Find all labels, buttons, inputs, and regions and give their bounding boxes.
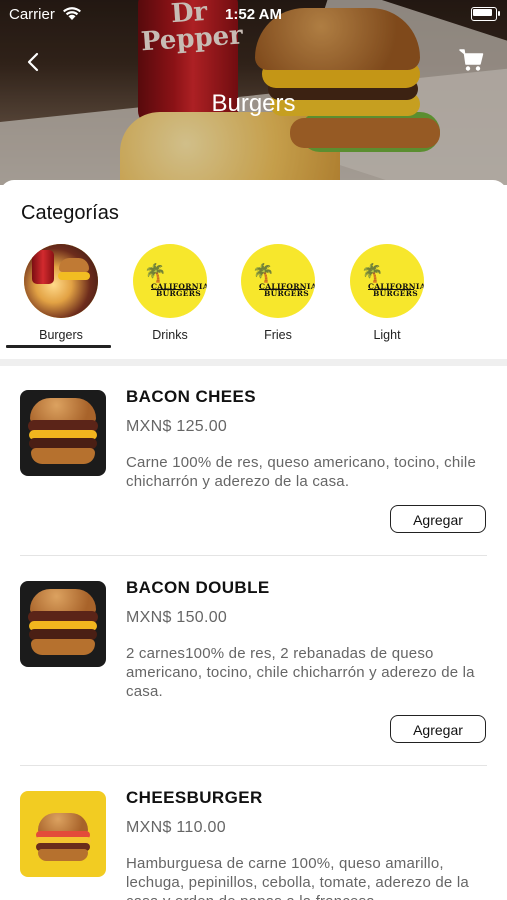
california-burgers-logo: 🌴 CALIFORNIA BURGERS	[241, 244, 315, 318]
product-description: Carne 100% de res, queso americano, toci…	[126, 454, 476, 490]
california-burgers-logo: 🌴 CALIFORNIA BURGERS	[350, 244, 424, 318]
logo-text: BURGERS	[156, 289, 201, 298]
bun-top	[38, 813, 88, 833]
selected-indicator	[6, 345, 111, 348]
bun-bottom	[31, 448, 95, 464]
category-image: 🌴 CALIFORNIA BURGERS	[350, 244, 424, 318]
cart-button[interactable]	[456, 44, 486, 74]
bun-bottom	[31, 639, 95, 655]
battery-icon	[471, 7, 500, 21]
category-label: Drinks	[152, 328, 188, 342]
page-title: Burgers	[211, 90, 296, 117]
palm-tree-icon: 🌴	[144, 263, 167, 283]
categories-heading: Categorías	[21, 202, 119, 224]
burger-combo-thumbnail	[24, 244, 98, 318]
bun-thumb	[59, 258, 89, 272]
category-image	[24, 244, 98, 318]
palm-tree-icon: 🌴	[252, 263, 275, 283]
product-name: BACON CHEES	[126, 387, 257, 406]
add-to-cart-button[interactable]: Agregar	[390, 505, 486, 533]
add-to-cart-button[interactable]: Agregar	[390, 715, 486, 743]
shopping-cart-icon	[459, 49, 484, 71]
product-name: CHEESBURGER	[126, 791, 263, 807]
category-image: 🌴 CALIFORNIA BURGERS	[241, 244, 315, 318]
chevron-left-icon	[27, 52, 39, 72]
category-label: Burgers	[39, 328, 83, 342]
burger-image	[20, 791, 106, 877]
bun-top	[30, 589, 96, 613]
product-image	[20, 390, 106, 476]
status-bar: Carrier 1:52 AM	[0, 0, 507, 28]
category-label: Light	[373, 328, 401, 342]
product-name: BACON DOUBLE	[126, 578, 270, 597]
status-time: 1:52 AM	[225, 6, 282, 23]
soda-can-thumb	[32, 250, 54, 284]
bun-bottom	[38, 849, 88, 861]
category-burgers[interactable]: Burgers	[6, 244, 115, 352]
section-divider	[0, 359, 507, 366]
category-image: 🌴 CALIFORNIA BURGERS	[133, 244, 207, 318]
category-light[interactable]: 🌴 CALIFORNIA BURGERS Light	[333, 244, 441, 352]
back-button[interactable]	[18, 48, 48, 76]
category-drinks[interactable]: 🌴 CALIFORNIA BURGERS Drinks	[116, 244, 224, 352]
product-description: 2 carnes100% de res, 2 rebanadas de ques…	[126, 645, 475, 700]
product-price: MXN$ 150.00	[126, 609, 228, 626]
california-burgers-logo: 🌴 CALIFORNIA BURGERS	[133, 244, 207, 318]
palm-tree-icon: 🌴	[361, 263, 384, 283]
product-price: MXN$ 110.00	[126, 819, 226, 836]
product-price: MXN$ 125.00	[126, 418, 228, 435]
product-description: Hamburguesa de carne 100%, queso amarill…	[126, 855, 469, 900]
row-divider	[20, 555, 487, 556]
logo-text: BURGERS	[264, 289, 309, 298]
cheese-thumb	[58, 272, 90, 280]
category-label: Fries	[264, 328, 292, 342]
row-divider	[20, 765, 487, 766]
burger-image	[20, 581, 106, 667]
logo-text: BURGERS	[373, 289, 418, 298]
product-image	[20, 581, 106, 667]
product-card[interactable]: CHEESBURGER MXN$ 110.00 Hamburguesa de c…	[0, 791, 507, 900]
burger-image	[20, 390, 106, 476]
product-image	[20, 791, 106, 877]
category-fries[interactable]: 🌴 CALIFORNIA BURGERS Fries	[224, 244, 332, 352]
bun-top	[30, 398, 96, 422]
